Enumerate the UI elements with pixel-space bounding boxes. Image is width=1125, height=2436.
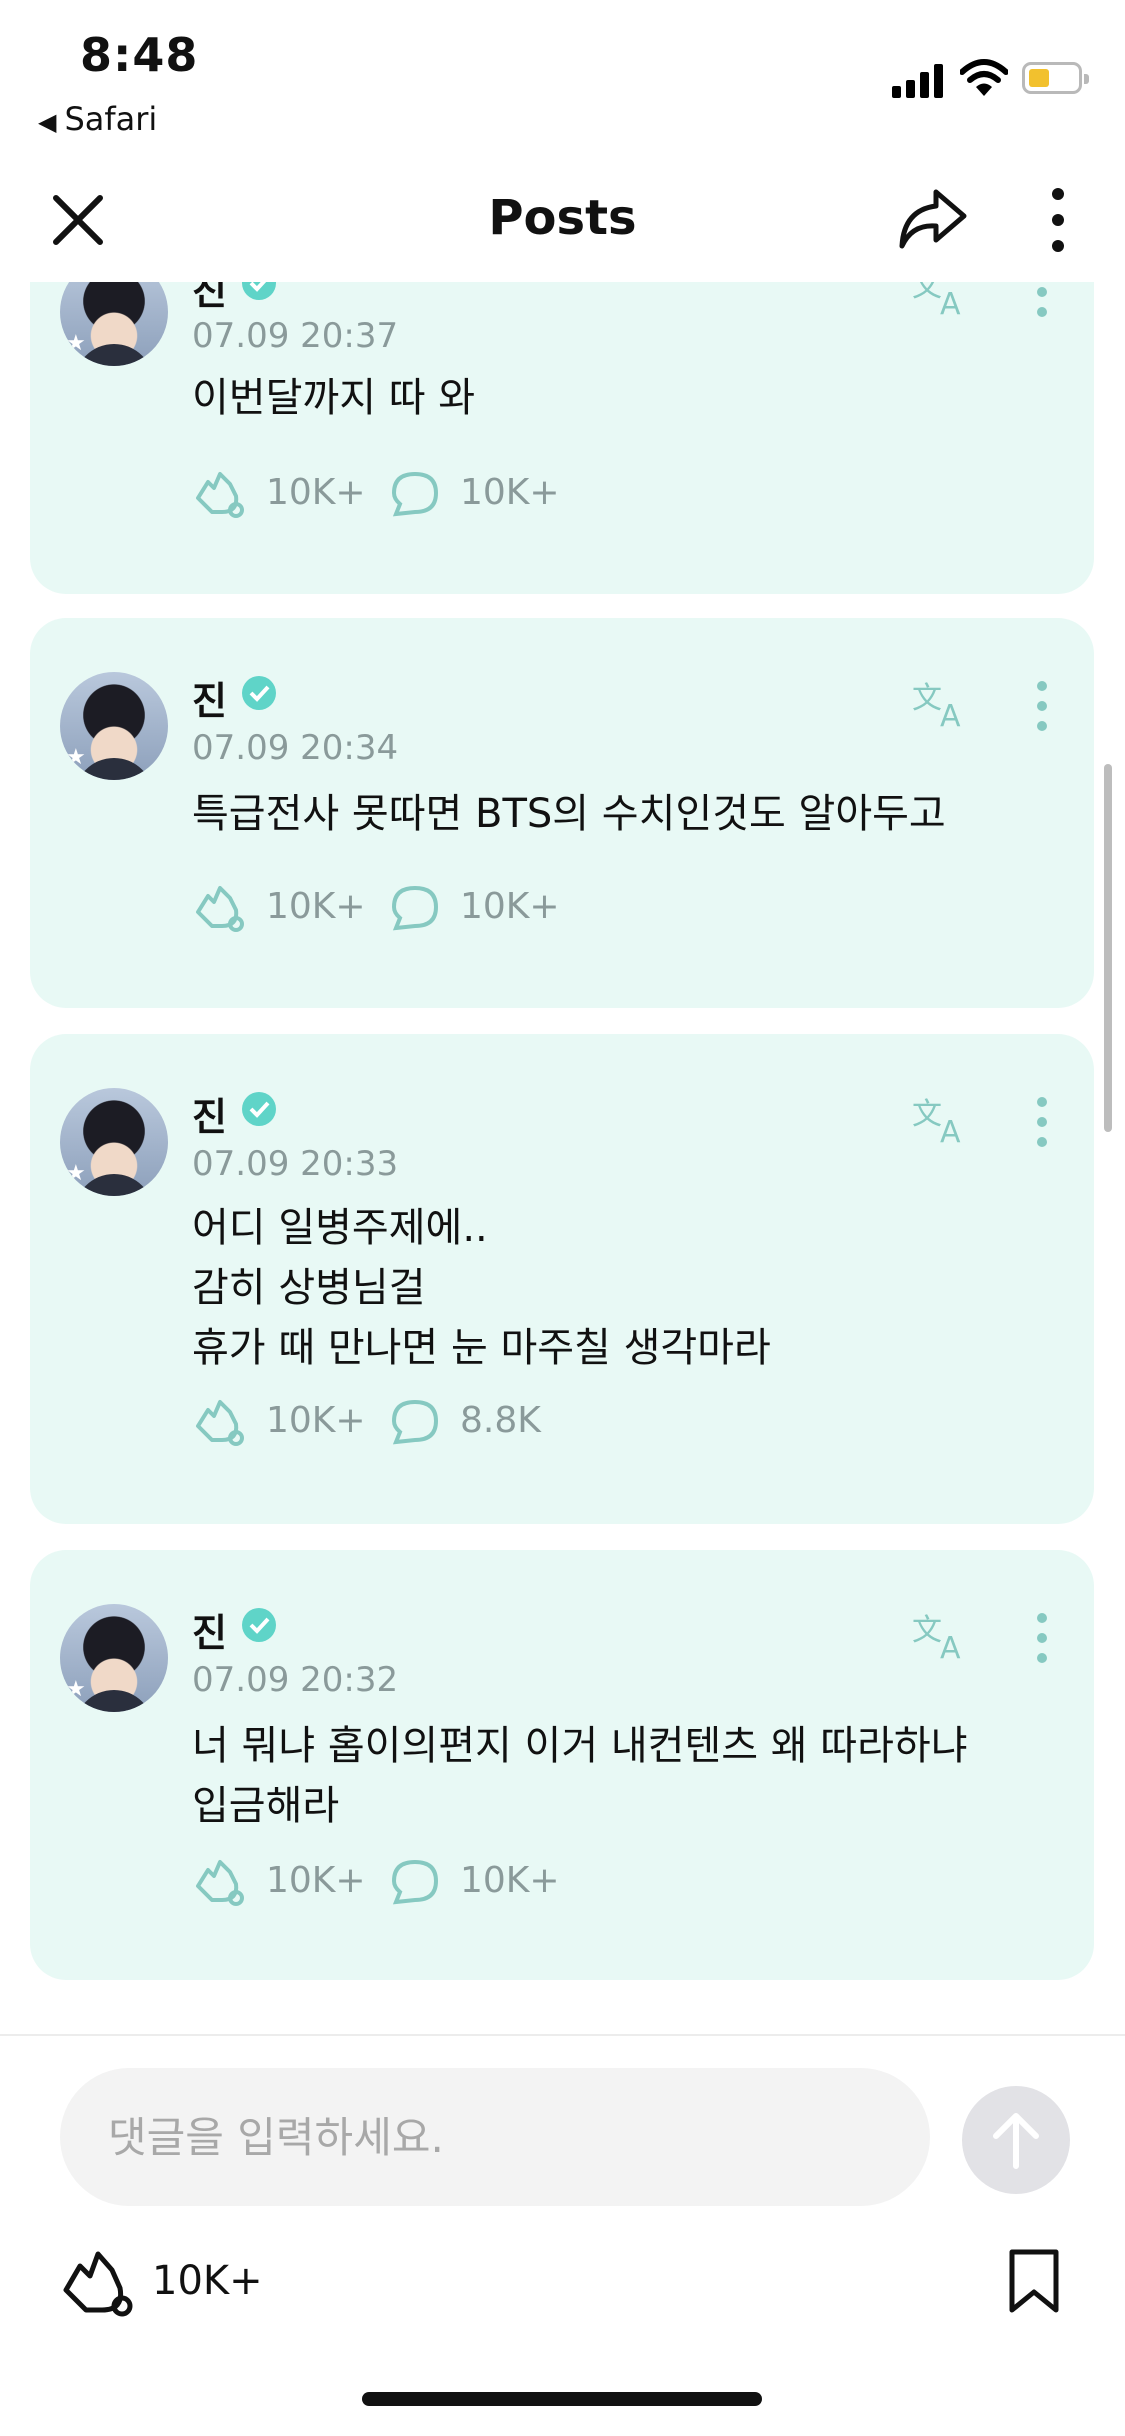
verified-icon <box>242 1092 276 1126</box>
back-to-safari[interactable]: ◀ Safari <box>38 100 157 138</box>
verified-icon <box>242 1608 276 1642</box>
translate-icon[interactable]: 文A <box>910 678 974 730</box>
like-icon[interactable] <box>192 468 246 518</box>
comment-icon[interactable] <box>388 882 442 932</box>
like-count: 10K+ <box>266 886 366 927</box>
posts-feed[interactable]: ★ 진 07.09 20:37 文A 이번달까지 따 와 10K+ 10K+ ★… <box>0 282 1125 2034</box>
post-date: 07.09 20:37 <box>192 316 399 356</box>
send-arrow-icon <box>993 2113 1039 2169</box>
post-stats: 10K+ 8.8K <box>192 1396 692 1446</box>
back-app-label: Safari <box>64 100 158 138</box>
home-indicator[interactable] <box>362 2392 762 2406</box>
comment-count: 10K+ <box>460 1860 560 1901</box>
post-card[interactable]: ★ 진 07.09 20:34 文A 특급전사 못따면 BTS의 수치인것도 알… <box>30 618 1094 1008</box>
comment-icon[interactable] <box>388 468 442 518</box>
kebab-icon[interactable] <box>1034 282 1050 322</box>
like-icon[interactable] <box>192 1396 246 1446</box>
svg-text:文: 文 <box>912 282 942 304</box>
bookmark-icon[interactable] <box>1006 2248 1062 2314</box>
translate-icon[interactable]: 文A <box>910 1094 974 1146</box>
author-name[interactable]: 진 <box>192 670 227 725</box>
battery-icon <box>1022 62 1089 94</box>
like-count: 10K+ <box>266 1860 366 1901</box>
wifi-icon <box>960 59 1008 96</box>
back-triangle-icon: ◀ <box>38 108 57 136</box>
post-stats: 10K+ 10K+ <box>192 468 692 518</box>
author-name[interactable]: 진 <box>192 282 227 315</box>
scrollbar[interactable] <box>1104 764 1112 1132</box>
avatar[interactable]: ★ <box>60 1604 168 1712</box>
comment-icon[interactable] <box>388 1396 442 1446</box>
post-text: 너 뭐냐 홉이의편지 이거 내컨텐츠 왜 따라하냐 입금해라 <box>192 1723 968 1829</box>
kebab-icon[interactable] <box>1034 1092 1050 1152</box>
svg-text:A: A <box>940 1115 961 1146</box>
comment-count: 8.8K <box>460 1400 541 1441</box>
kebab-icon[interactable] <box>1034 676 1050 736</box>
translate-icon[interactable]: 文A <box>910 282 974 318</box>
verified-icon <box>242 676 276 710</box>
avatar[interactable]: ★ <box>60 282 168 366</box>
share-icon[interactable] <box>896 184 970 252</box>
post-card[interactable]: ★ 진 07.09 20:37 文A 이번달까지 따 와 10K+ 10K+ <box>30 282 1094 594</box>
send-button[interactable] <box>962 2086 1070 2194</box>
like-icon[interactable] <box>58 2248 138 2320</box>
like-icon[interactable] <box>192 1856 246 1906</box>
status-bar: 8:48 ◀ Safari <box>0 0 1125 160</box>
comment-count: 10K+ <box>460 472 560 513</box>
avatar[interactable]: ★ <box>60 672 168 780</box>
like-count: 10K+ <box>266 1400 366 1441</box>
kebab-icon[interactable] <box>1034 1608 1050 1668</box>
translate-icon[interactable]: 文A <box>910 1610 974 1662</box>
post-date: 07.09 20:33 <box>192 1144 399 1184</box>
footer-like-count: 10K+ <box>152 2258 263 2304</box>
svg-text:文: 文 <box>912 1097 942 1132</box>
author-name[interactable]: 진 <box>192 1602 227 1657</box>
verified-icon <box>242 282 276 300</box>
comment-input[interactable] <box>60 2068 930 2206</box>
post-card[interactable]: ★ 진 07.09 20:32 文A 너 뭐냐 홉이의편지 이거 내컨텐츠 왜 … <box>30 1550 1094 1980</box>
svg-text:A: A <box>940 287 961 318</box>
author-name[interactable]: 진 <box>192 1086 227 1141</box>
post-card[interactable]: ★ 진 07.09 20:33 文A 어디 일병주제에.. 감히 상병님걸 휴가… <box>30 1034 1094 1524</box>
more-icon[interactable] <box>1040 184 1076 256</box>
svg-text:A: A <box>940 1631 961 1662</box>
svg-text:文: 文 <box>912 1613 942 1648</box>
post-text: 이번달까지 따 와 <box>192 375 476 421</box>
avatar[interactable]: ★ <box>60 1088 168 1196</box>
post-date: 07.09 20:32 <box>192 1660 399 1700</box>
status-time: 8:48 <box>80 28 199 82</box>
post-stats: 10K+ 10K+ <box>192 1856 692 1906</box>
top-header: Posts <box>0 160 1125 282</box>
post-stats: 10K+ 10K+ <box>192 882 692 932</box>
signal-icon <box>892 62 946 98</box>
like-icon[interactable] <box>192 882 246 932</box>
svg-text:A: A <box>940 699 961 730</box>
post-date: 07.09 20:34 <box>192 728 399 768</box>
svg-text:文: 文 <box>912 681 942 716</box>
comment-icon[interactable] <box>388 1856 442 1906</box>
like-count: 10K+ <box>266 472 366 513</box>
comment-count: 10K+ <box>460 886 560 927</box>
post-text: 어디 일병주제에.. 감히 상병님걸 휴가 때 만나면 눈 마주칠 생각마라 <box>192 1205 771 1371</box>
post-text: 특급전사 못따면 BTS의 수치인것도 알아두고 <box>192 791 946 837</box>
divider <box>0 2034 1125 2036</box>
